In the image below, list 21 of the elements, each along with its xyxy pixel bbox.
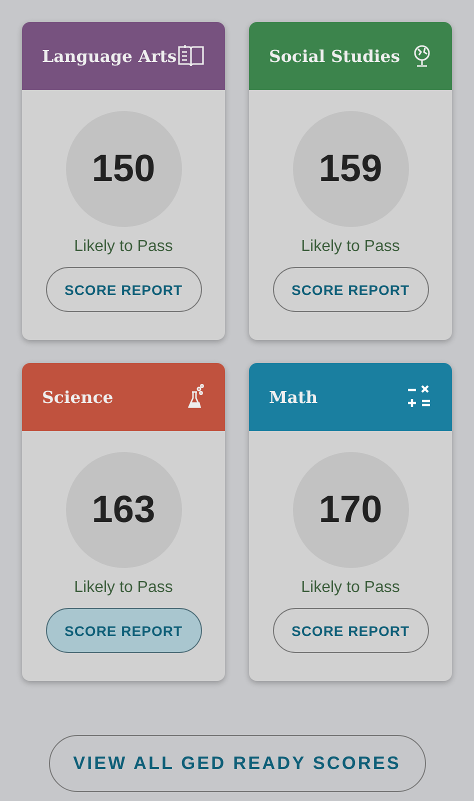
pass-status: Likely to Pass (74, 579, 173, 597)
flask-icon (187, 384, 205, 410)
globe-icon (412, 43, 432, 69)
pass-status: Likely to Pass (301, 238, 400, 256)
math-symbols-icon (406, 384, 432, 410)
subject-title: Social Studies (269, 46, 400, 66)
pass-status: Likely to Pass (301, 579, 400, 597)
subject-title: Language Arts (42, 46, 177, 66)
subject-title: Science (42, 388, 114, 406)
view-all-scores-button[interactable]: VIEW ALL GED READY SCORES (48, 735, 426, 792)
pass-status: Likely to Pass (74, 238, 173, 256)
score-report-button[interactable]: SCORE REPORT (272, 267, 428, 312)
subject-title: Math (269, 388, 318, 406)
score-report-button[interactable]: SCORE REPORT (46, 267, 202, 312)
score-value: 150 (92, 148, 156, 190)
score-value: 170 (318, 488, 382, 532)
book-icon (177, 43, 205, 69)
score-report-button[interactable]: SCORE REPORT (272, 608, 428, 653)
score-report-button[interactable]: SCORE REPORT (46, 608, 202, 653)
score-value: 163 (92, 488, 156, 532)
score-value: 159 (318, 148, 382, 190)
